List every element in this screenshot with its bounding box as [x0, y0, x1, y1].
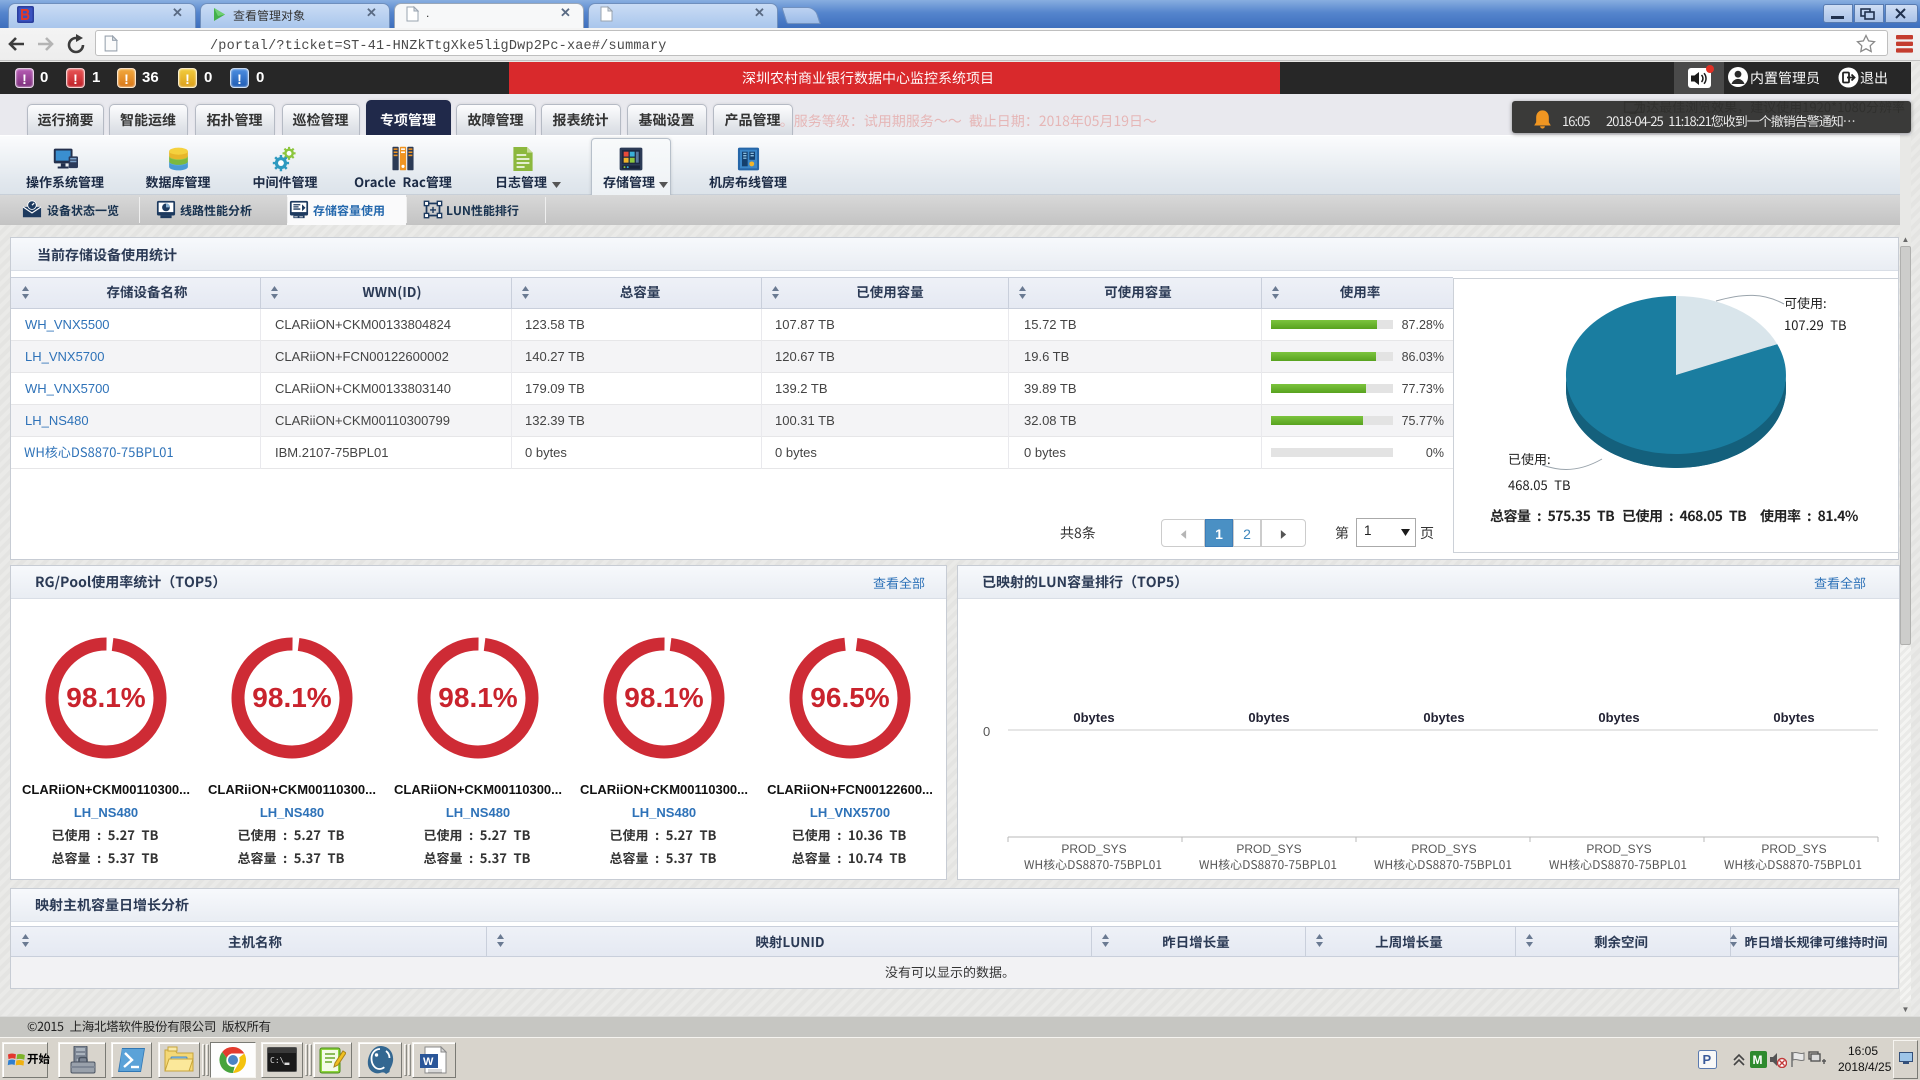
svg-text:C:\▂: C:\▂ [270, 1056, 289, 1065]
svg-text:P: P [1703, 1052, 1712, 1067]
svg-text:W: W [423, 1056, 434, 1068]
svg-text:M: M [1753, 1053, 1763, 1067]
